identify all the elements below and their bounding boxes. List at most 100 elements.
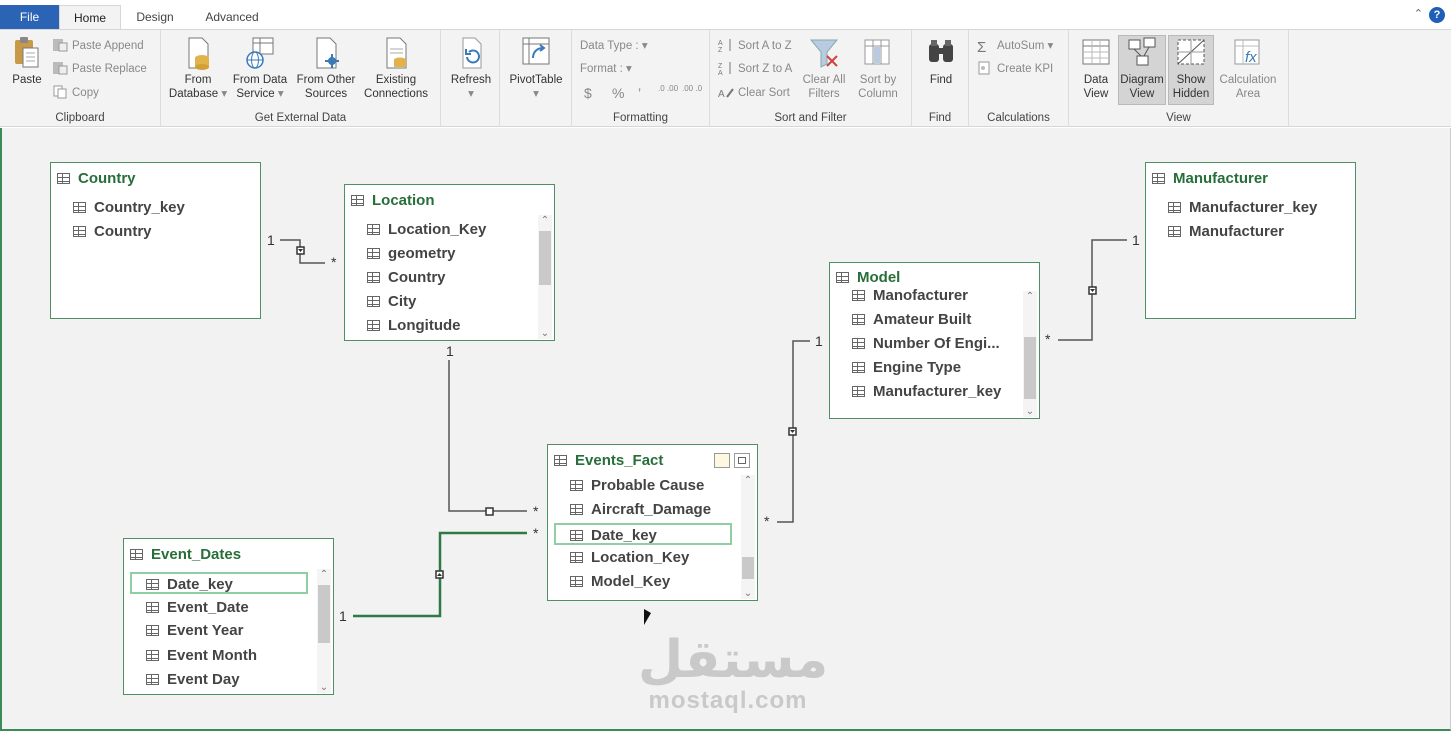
column-aircraft-damage[interactable]: Aircraft_Damage (570, 499, 711, 521)
watermark-latin: mostaql.com (648, 687, 808, 714)
column-city[interactable]: City (367, 291, 416, 313)
scroll-down-icon[interactable]: ⌄ (1023, 406, 1037, 417)
table-manufacturer[interactable]: Manufacturer Manufacturer_key Manufactur… (1145, 162, 1356, 319)
tab-design[interactable]: Design (124, 5, 186, 30)
column-country[interactable]: Country (73, 221, 152, 243)
show-hidden-button[interactable]: Show Hidden (1168, 35, 1214, 105)
kpi-icon (978, 61, 990, 75)
decrease-decimal-button[interactable]: .00 .0 (682, 85, 704, 103)
table-title[interactable]: Manufacturer (1152, 170, 1268, 187)
scroll-down-icon[interactable]: ⌄ (538, 328, 552, 339)
column-date-key[interactable]: Date_key (554, 523, 732, 545)
table-location[interactable]: Location Location_Key geometry Country C… (344, 184, 555, 341)
diagram-view-button[interactable]: Diagram View (1118, 35, 1166, 105)
paste-button[interactable]: Paste (8, 36, 46, 87)
percent-button[interactable]: % (612, 84, 624, 102)
scroll-thumb[interactable] (318, 585, 330, 643)
collapse-ribbon-icon[interactable]: ⌃ (1414, 7, 1423, 20)
currency-button[interactable]: $ (584, 84, 592, 102)
diagram-canvas[interactable]: 1 * 1 * * 1 * 1 1 * Country Country_key … (0, 128, 1451, 731)
format-dropdown[interactable]: Format : ▾ (580, 60, 632, 78)
column-manufacturer[interactable]: Manufacturer (1168, 221, 1284, 243)
column-country-key[interactable]: Country_key (73, 197, 185, 219)
scroll-thumb[interactable] (1024, 337, 1036, 399)
table-country[interactable]: Country Country_key Country (50, 162, 261, 319)
vertical-scrollbar[interactable]: ⌃ ⌄ (741, 475, 755, 599)
tab-file[interactable]: File (0, 5, 59, 30)
table-model[interactable]: Model Manofacturer Amateur Built Number … (829, 262, 1040, 419)
scroll-up-icon[interactable]: ⌃ (741, 475, 755, 486)
clear-sort-button[interactable]: A Clear Sort (718, 84, 790, 102)
scroll-up-icon[interactable]: ⌃ (538, 215, 552, 226)
column-location-key[interactable]: Location_Key (367, 219, 486, 241)
from-other-sources-button[interactable]: From Other Sources (291, 36, 361, 101)
paste-replace-button[interactable]: Paste Replace (52, 60, 147, 78)
relationship-location-events[interactable] (448, 360, 527, 512)
column-date-key[interactable]: Date_key (130, 572, 308, 594)
column-engine-type[interactable]: Engine Type (852, 357, 961, 379)
pivottable-button[interactable]: PivotTable ▾ (504, 36, 568, 101)
paste-append-button[interactable]: Paste Append (52, 37, 144, 55)
table-event-dates[interactable]: Event_Dates Date_key Event_Date Event Ye… (123, 538, 334, 695)
column-probable-cause[interactable]: Probable Cause (570, 475, 704, 497)
refresh-button[interactable]: Refresh ▾ (445, 36, 497, 101)
column-event-date[interactable]: Event_Date (146, 597, 249, 619)
scroll-down-icon[interactable]: ⌄ (741, 588, 755, 599)
existing-connections-button[interactable]: Existing Connections (361, 36, 431, 101)
from-database-button[interactable]: From Database ▾ (165, 36, 231, 101)
column-geometry[interactable]: geometry (367, 243, 456, 265)
column-manufacturer-key[interactable]: Manufacturer_key (852, 381, 1001, 403)
scroll-up-icon[interactable]: ⌃ (317, 569, 331, 580)
column-event-day[interactable]: Event Day (146, 669, 240, 691)
column-longitude[interactable]: Longitude (367, 315, 460, 337)
table-title[interactable]: Model (836, 269, 900, 286)
table-title[interactable]: Events_Fact (554, 452, 663, 469)
sort-z-to-a-button[interactable]: Z A Sort Z to A (718, 60, 792, 78)
data-view-button[interactable]: Data View (1075, 36, 1117, 101)
comma-style-button[interactable]: ’ (638, 84, 641, 102)
table-title[interactable]: Location (351, 192, 435, 209)
refresh-label: Refresh (450, 74, 492, 86)
column-label: Location_Key (591, 549, 690, 566)
sort-by-column-button[interactable]: Sort by Column (850, 36, 906, 101)
column-icon (73, 226, 86, 237)
help-icon[interactable]: ? (1429, 7, 1445, 23)
data-type-dropdown[interactable]: Data Type : ▾ (580, 37, 648, 55)
column-country[interactable]: Country (367, 267, 446, 289)
maximize-icon[interactable] (734, 453, 750, 468)
create-kpi-button[interactable]: Create KPI (977, 60, 1053, 78)
column-label: Manofacturer (873, 287, 969, 304)
column-model-key[interactable]: Model_Key (570, 571, 670, 593)
tab-advanced[interactable]: Advanced (190, 5, 274, 30)
scroll-thumb[interactable] (742, 557, 754, 579)
column-amateur-built[interactable]: Amateur Built (852, 309, 971, 331)
calculation-area-button[interactable]: fx Calculation Area (1215, 36, 1281, 101)
vertical-scrollbar[interactable]: ⌃ ⌄ (317, 569, 331, 693)
find-button[interactable]: Find (916, 36, 966, 87)
clear-all-filters-button[interactable]: Clear All Filters (798, 36, 850, 101)
scroll-up-icon[interactable]: ⌃ (1023, 291, 1037, 302)
autosum-button[interactable]: Σ AutoSum ▾ (977, 37, 1053, 56)
hierarchy-icon[interactable] (714, 453, 730, 468)
column-event-year[interactable]: Event Year (146, 620, 243, 642)
increase-decimal-button[interactable]: .0 .00 (658, 85, 678, 103)
from-data-service-button[interactable]: From Data Service ▾ (229, 36, 291, 101)
column-location-key[interactable]: Location_Key (570, 547, 689, 569)
column-event-month[interactable]: Event Month (146, 645, 257, 667)
tab-home[interactable]: Home (59, 5, 121, 30)
column-icon (1168, 202, 1181, 213)
table-title[interactable]: Country (57, 170, 136, 187)
table-events-fact[interactable]: Events_Fact Probable Cause Aircraft_Dama… (547, 444, 758, 601)
calculation-area-label-2: Area (1235, 88, 1261, 100)
column-number-of-engines[interactable]: Number Of Engi... (852, 333, 1000, 355)
column-label: Number Of Engi... (873, 335, 1000, 352)
copy-button[interactable]: Copy (52, 84, 99, 102)
scroll-down-icon[interactable]: ⌄ (317, 682, 331, 693)
vertical-scrollbar[interactable]: ⌃ ⌄ (538, 215, 552, 339)
table-title[interactable]: Event_Dates (130, 546, 241, 563)
sort-a-to-z-button[interactable]: A Z Sort A to Z (718, 37, 792, 55)
scroll-thumb[interactable] (539, 231, 551, 285)
column-manofacturer[interactable]: Manofacturer (852, 285, 968, 307)
column-manufacturer-key[interactable]: Manufacturer_key (1168, 197, 1317, 219)
vertical-scrollbar[interactable]: ⌃ ⌄ (1023, 291, 1037, 417)
